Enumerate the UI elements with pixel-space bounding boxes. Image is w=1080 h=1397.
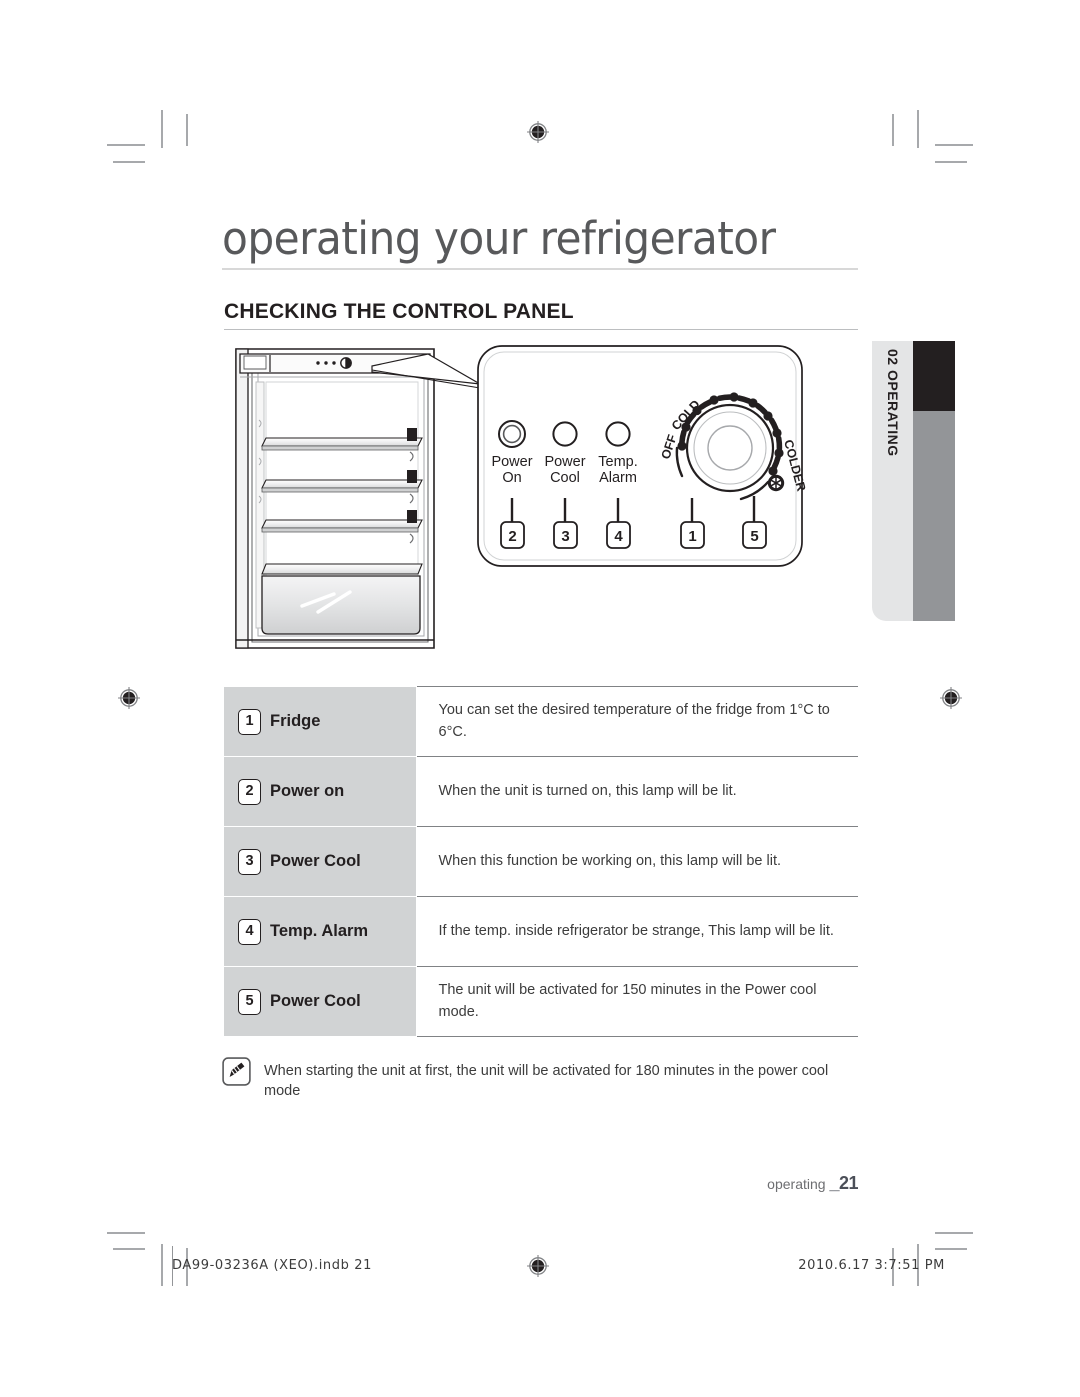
refrigerator-drawing	[235, 348, 435, 649]
table-cell-description: If the temp. inside refrigerator be stra…	[416, 896, 858, 967]
row-number-badge: 3	[238, 848, 261, 875]
thumb-tab-dark-bar	[913, 341, 955, 411]
section-divider	[224, 329, 858, 330]
svg-text:Power: Power	[544, 454, 585, 470]
chapter-thumb-tab: 02 OPERATING	[872, 341, 962, 621]
svg-text:Temp.: Temp.	[598, 454, 638, 470]
table-cell-description: When this function be working on, this l…	[416, 826, 858, 897]
slug-left: DA99-03236A (XEO).indb 21	[172, 1258, 372, 1273]
manual-page: operating your refrigerator CHECKING THE…	[0, 0, 1080, 1397]
note-text: When starting the unit at first, the uni…	[264, 1063, 829, 1100]
row-label: Temp. Alarm	[270, 922, 369, 940]
table-cell-label: 3 Power Cool	[224, 826, 417, 897]
table-cell-label: 2 Power on	[224, 756, 417, 827]
row-number-badge: 2	[238, 778, 261, 805]
table-cell-description: When the unit is turned on, this lamp wi…	[416, 756, 858, 827]
row-number-badge: 4	[238, 918, 261, 945]
svg-text:Alarm: Alarm	[599, 470, 637, 486]
power-cool-icon	[767, 474, 785, 492]
table-cell-label: 4 Temp. Alarm	[224, 896, 417, 967]
title-divider	[222, 268, 858, 270]
table-cell-description: You can set the desired temperature of t…	[416, 686, 858, 757]
row-label: Power Cool	[270, 852, 361, 870]
note-block: When starting the unit at first, the uni…	[222, 1056, 862, 1102]
control-panel-table: 1 Fridge You can set the desired tempera…	[224, 686, 858, 1037]
row-label: Power on	[270, 782, 345, 800]
row-label: Power Cool	[270, 992, 361, 1010]
svg-text:Cool: Cool	[550, 470, 580, 486]
svg-text:2: 2	[508, 528, 516, 545]
svg-text:4: 4	[614, 528, 623, 545]
running-footer: operating _21	[767, 1173, 858, 1194]
section-heading: CHECKING THE CONTROL PANEL	[224, 300, 574, 323]
row-number-badge: 5	[238, 988, 261, 1015]
page-number: _21	[829, 1173, 858, 1193]
svg-text:Power: Power	[491, 454, 532, 470]
table-cell-label: 1 Fridge	[224, 686, 417, 757]
svg-text:On: On	[502, 470, 521, 486]
svg-text:1: 1	[688, 528, 696, 545]
running-footer-label: operating	[767, 1176, 830, 1192]
thumb-tab-grey-bar	[913, 411, 955, 621]
thumb-tab-label: 02 OPERATING	[885, 349, 901, 457]
control-panel-callout: Power On 2 Power Cool 3 Temp. Alarm 4 OF…	[477, 345, 808, 567]
page-title: operating your refrigerator	[222, 212, 776, 265]
svg-text:3: 3	[561, 528, 569, 545]
row-label: Fridge	[270, 712, 321, 730]
table-row: 1 Fridge You can set the desired tempera…	[224, 686, 858, 757]
slug-right: 2010.6.17 3:7:51 PM	[798, 1258, 945, 1273]
table-cell-label: 5 Power Cool	[224, 966, 417, 1037]
table-cell-description: The unit will be activated for 150 minut…	[416, 966, 858, 1037]
table-row: 4 Temp. Alarm If the temp. inside refrig…	[224, 896, 858, 967]
table-row: 2 Power on When the unit is turned on, t…	[224, 756, 858, 827]
table-row: 3 Power Cool When this function be worki…	[224, 826, 858, 897]
table-row: 5 Power Cool The unit will be activated …	[224, 966, 858, 1037]
row-number-badge: 1	[238, 708, 261, 735]
svg-text:5: 5	[750, 528, 758, 545]
control-panel-illustration: Power On 2 Power Cool 3 Temp. Alarm 4 OF…	[222, 336, 862, 666]
note-pen-icon	[222, 1057, 251, 1086]
